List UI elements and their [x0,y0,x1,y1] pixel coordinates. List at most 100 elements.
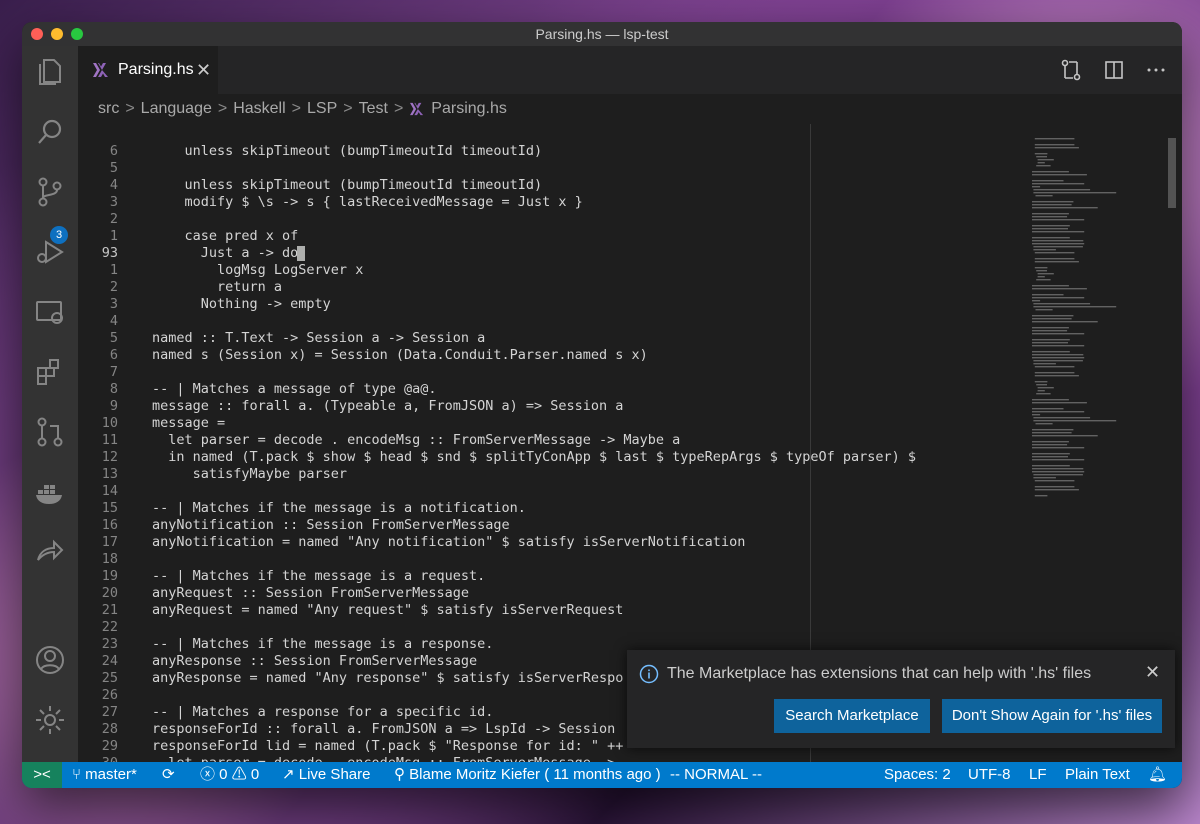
info-icon [639,664,659,684]
minimap-line [1032,171,1069,173]
minimap-line [1036,384,1047,386]
pull-requests-icon[interactable] [32,414,68,450]
code-line: 7 [78,364,1178,381]
minimap-line [1035,195,1053,197]
minimap[interactable] [1028,134,1158,514]
code-line: 20 anyRequest :: Session FromServerMessag… [78,585,1178,602]
minimap-line [1032,465,1070,467]
minimap-line [1033,360,1083,362]
minimap-line [1034,480,1075,482]
code-line: 15 -- | Matches if the message is a notif… [78,500,1178,517]
breadcrumb-item[interactable]: Haskell [233,100,285,117]
line-number: 13 [101,466,118,482]
notifications-bell-icon[interactable]: 🔔︎ [1148,762,1167,788]
minimap-line [1036,279,1051,281]
minimap-line [1035,309,1053,311]
open-changes-icon[interactable] [1059,58,1083,82]
language-mode-item[interactable]: Plain Text [1065,762,1130,788]
extensions-icon[interactable] [32,354,68,390]
remote-explorer-icon[interactable] [32,294,68,330]
breadcrumb-item[interactable]: LSP [307,100,337,117]
minimap-line [1032,240,1084,242]
indentation-item[interactable]: Spaces: 2 [884,762,951,788]
minimap-line [1032,459,1085,461]
code-text: Just a -> do [152,245,306,262]
window-title: Parsing.hs — lsp-test [535,26,669,42]
live-share-item[interactable]: ↗ Live Share [282,762,370,788]
notification-close-icon[interactable]: ✕ [1145,662,1160,683]
split-editor-icon[interactable] [1102,58,1126,82]
minimap-line [1036,165,1051,167]
line-number: 15 [101,500,118,516]
code-line: 6 named s (Session x) = Session (Data.Con… [78,347,1178,364]
code-line: 2 return a [78,279,1178,296]
code-line: 22 [78,619,1178,636]
line-number: 20 [101,585,118,601]
minimap-line [1032,204,1072,206]
blame-icon: ⚲ [394,766,410,783]
code-line: 19 -- | Matches if the message is a reque… [78,568,1178,585]
eol-item[interactable]: LF [1029,762,1047,788]
line-number: 29 [101,738,118,754]
minimap-line [1037,276,1045,278]
minimize-window-button[interactable] [51,28,63,40]
search-icon[interactable] [32,114,68,150]
minimap-line [1032,318,1072,320]
docker-icon[interactable] [32,474,68,510]
line-number: 16 [101,517,118,533]
live-share-label: Live Share [298,766,371,783]
branch-item[interactable]: ⑂ master* [72,762,137,788]
minimap-line [1032,297,1085,299]
tab-close-icon[interactable]: ✕ [196,46,211,94]
line-number: 1 [109,262,118,278]
line-number: 27 [101,704,118,720]
code-text: -- | Matches a message of type @a@. [152,381,437,397]
code-line: 11 let parser = decode . encodeMsg :: Fr… [78,432,1178,449]
source-control-icon[interactable] [32,174,68,210]
sync-icon[interactable]: ⟳ [162,762,175,788]
search-marketplace-button[interactable]: Search Marketplace [774,699,930,733]
minimap-line [1032,408,1064,410]
line-number: 4 [109,313,118,329]
account-icon[interactable] [32,642,68,678]
code-text: anyResponse = named "Any response" $ sat… [152,670,624,686]
remote-indicator-icon[interactable]: >< [22,762,62,788]
line-number: 24 [101,653,118,669]
run-debug-icon[interactable] [32,234,68,270]
minimap-line [1032,213,1069,215]
zoom-window-button[interactable] [71,28,83,40]
code-line: 3 Nothing -> empty [78,296,1178,313]
code-text: anyResponse :: Session FromServerMessage [152,653,478,669]
breadcrumb-item[interactable]: Parsing.hs [431,100,507,117]
breadcrumb: src > Language > Haskell > LSP > Test > Parsing.hs [78,94,1182,124]
breadcrumb-item[interactable]: Language [141,100,212,117]
git-blame-item[interactable]: ⚲ Blame Moritz Kiefer ( 11 months ago ) [394,762,661,788]
line-number: 3 [109,194,118,210]
encoding-item[interactable]: UTF-8 [968,762,1011,788]
breadcrumb-item[interactable]: Test [359,100,388,117]
breadcrumb-item[interactable]: src [98,100,119,117]
live-share-icon[interactable] [32,534,68,570]
minimap-line [1032,300,1041,302]
minimap-line [1032,216,1068,218]
close-window-button[interactable] [31,28,43,40]
minimap-line [1032,468,1084,470]
vertical-scrollbar[interactable] [1168,138,1176,208]
minimap-line [1032,207,1098,209]
minimap-line [1034,375,1079,377]
line-number: 9 [109,398,118,414]
line-number: 93 [101,245,118,261]
minimap-line [1033,249,1056,251]
more-actions-icon[interactable] [1144,58,1168,82]
line-number: 14 [101,483,118,499]
line-number: 21 [101,602,118,618]
dont-show-again-button[interactable]: Don't Show Again for '.hs' files [942,699,1162,733]
problems-item[interactable]: ⓧ 0 ⚠ 0 [200,762,259,788]
code-text: return a [152,279,283,295]
minimap-line [1032,432,1072,434]
explorer-icon[interactable] [32,54,68,90]
minimap-line [1032,411,1085,413]
minimap-line [1032,351,1070,353]
tab-parsing-hs[interactable]: Parsing.hs ✕ [78,46,218,94]
settings-gear-icon[interactable] [32,702,68,738]
